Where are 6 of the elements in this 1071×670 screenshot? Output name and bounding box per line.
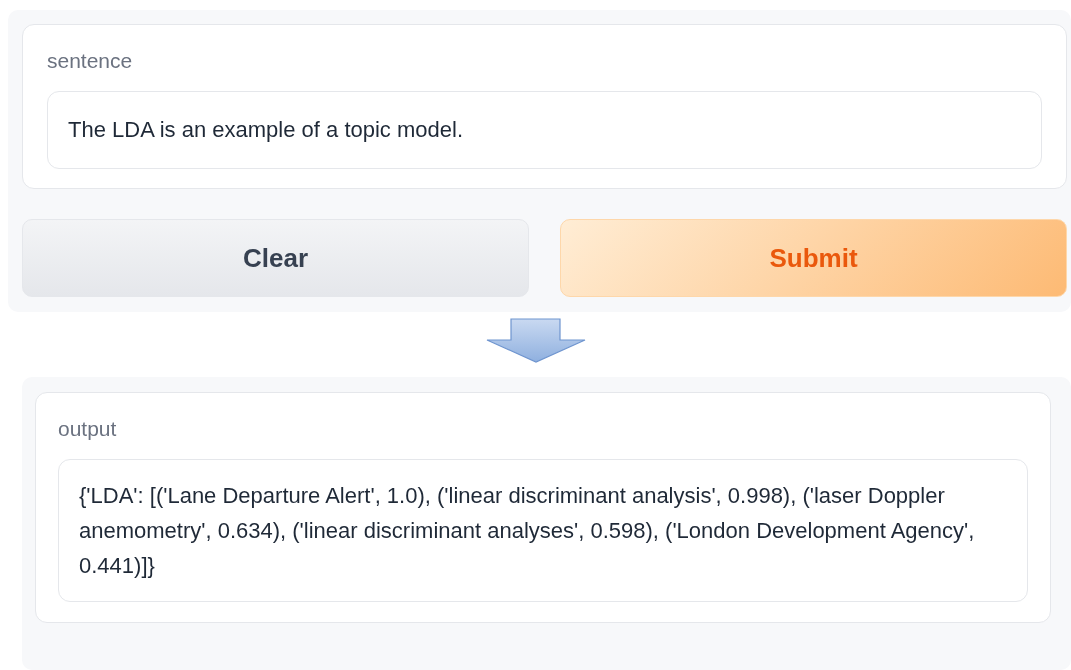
- down-arrow-icon: [484, 318, 587, 363]
- output-label: output: [58, 417, 118, 441]
- clear-button[interactable]: Clear: [22, 219, 529, 297]
- field-label: sentence: [47, 49, 134, 73]
- output-text: {'LDA': [('Lane Departure Alert', 1.0), ('linear discriminant analysis', 0.998), ('laser Doppler anemometry', 0.634), ('linear discriminant analyses', 0.598), ('London Development Agency', 0.441)]}: [58, 459, 1028, 602]
- input-field[interactable]: The LDA is an example of a topic model.: [47, 91, 1042, 169]
